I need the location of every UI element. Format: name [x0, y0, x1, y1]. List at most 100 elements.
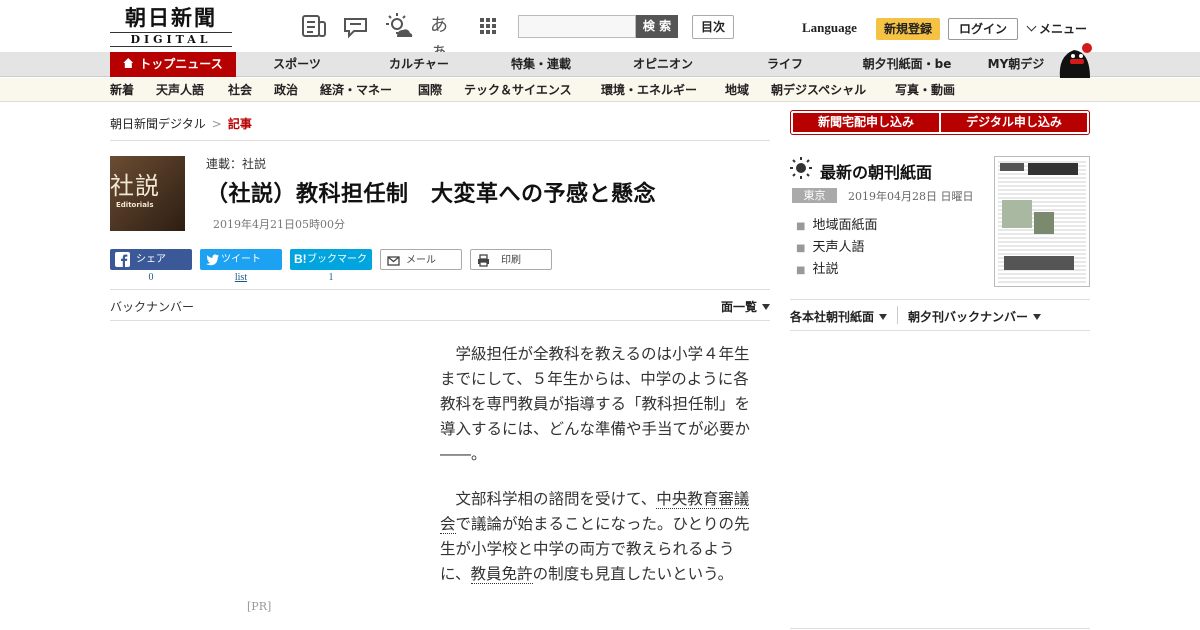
- divider: [897, 306, 898, 324]
- subnav-tech[interactable]: テック＆サイエンス: [464, 78, 572, 102]
- latest-paper-title[interactable]: 最新の朝刊紙面: [820, 159, 932, 183]
- nav-top-news[interactable]: トップニュース: [110, 52, 236, 77]
- weather-icon[interactable]: [385, 12, 413, 40]
- divider: [110, 289, 770, 290]
- paper-date: 2019年04月28日 日曜日: [848, 190, 974, 203]
- site-header: 朝日新聞 DIGITAL あぁ 検 索 目次 Language 新規登録 ログイ…: [0, 0, 1200, 62]
- paper-link-tenseijingo[interactable]: ■ 天声人語: [796, 236, 864, 255]
- subnav-photo[interactable]: 写真・動画: [895, 78, 955, 102]
- paper-link-label: 地域面紙面: [812, 218, 878, 233]
- login-button[interactable]: ログイン: [948, 18, 1018, 40]
- subscribe-paper-button[interactable]: 新聞宅配申し込み: [793, 113, 939, 132]
- subnav-economy[interactable]: 経済・マネー: [320, 78, 392, 102]
- back-number-link[interactable]: バックナンバー: [110, 298, 194, 315]
- nav-life[interactable]: ライフ: [755, 52, 815, 77]
- grid-icon[interactable]: [474, 12, 502, 40]
- back-issues-dropdown[interactable]: 朝夕刊バックナンバー: [908, 308, 1042, 325]
- nav-opinion[interactable]: オピニオン: [624, 52, 702, 77]
- breadcrumb-home[interactable]: 朝日新聞デジタル: [110, 117, 206, 131]
- toc-button[interactable]: 目次: [692, 15, 734, 39]
- bullet-icon: ■: [796, 221, 806, 232]
- publish-date: 2019年4月21日05時00分: [213, 218, 345, 231]
- main-nav: トップニュース スポーツ カルチャー 特集・連載 オピニオン ライフ 朝夕刊紙面…: [0, 52, 1200, 77]
- hiragana-icon[interactable]: あぁ: [430, 13, 458, 62]
- subnav-society[interactable]: 社会: [228, 78, 252, 102]
- article-paragraph: 文部科学相の諮問を受けて、中央教育審議会で議論が始まることになった。ひとりの先生…: [440, 487, 752, 587]
- divider: [790, 299, 1090, 300]
- breadcrumb-separator: >: [211, 117, 222, 131]
- facebook-share-label: シェア: [136, 254, 166, 265]
- nav-label: トップニュース: [139, 57, 223, 71]
- print-button[interactable]: 印刷: [470, 249, 552, 270]
- subnav-environment[interactable]: 環境・エネルギー: [601, 78, 697, 102]
- facebook-icon: [115, 252, 130, 267]
- home-icon: [123, 58, 134, 68]
- breadcrumb: 朝日新聞デジタル > 記事: [110, 115, 252, 132]
- thumbnail-english: Editorials: [116, 201, 154, 209]
- logo-jp: 朝日新聞: [125, 5, 217, 30]
- message-icon[interactable]: [342, 12, 370, 40]
- editions-label: 各本社朝刊紙面: [790, 310, 875, 324]
- printer-icon: [478, 254, 489, 267]
- twitter-list-link[interactable]: list: [200, 272, 282, 283]
- paper-link-editorial[interactable]: ■ 社説: [796, 258, 838, 277]
- chevron-down-icon: [1026, 21, 1037, 32]
- column-thumbnail[interactable]: 社説 Editorials: [110, 156, 185, 231]
- hatena-bookmark-button[interactable]: B! ブックマーク: [290, 249, 372, 270]
- subnav-region[interactable]: 地域: [725, 78, 749, 102]
- facebook-share-count: 0: [148, 272, 154, 283]
- bullet-icon: ■: [796, 265, 806, 276]
- twitter-icon: [206, 254, 219, 266]
- article-headline: （社説）教科担任制 大変革への予感と懸念: [206, 182, 657, 207]
- subnav-international[interactable]: 国際: [418, 78, 442, 102]
- hatena-bookmark-label: ブックマーク: [307, 254, 367, 265]
- divider: [110, 320, 770, 321]
- search-input[interactable]: [518, 15, 636, 38]
- paper-link-label: 天声人語: [812, 240, 865, 255]
- subscribe-digital-button[interactable]: デジタル申し込み: [941, 113, 1087, 132]
- subnav-special[interactable]: 朝デジスペシャル: [771, 78, 866, 102]
- nav-features[interactable]: 特集・連載: [502, 52, 580, 77]
- bullet-icon: ■: [796, 243, 806, 254]
- register-button[interactable]: 新規登録: [876, 18, 940, 40]
- back-issues-label: 朝夕刊バックナンバー: [908, 310, 1029, 324]
- divider: [790, 330, 1090, 331]
- facebook-share-button[interactable]: シェア: [110, 249, 192, 270]
- page-list-label: 面一覧: [721, 300, 758, 314]
- text-segment: の制度も見直したいという。: [532, 565, 734, 583]
- nav-paper[interactable]: 朝夕刊紙面・be: [858, 52, 956, 77]
- search-button[interactable]: 検 索: [636, 15, 678, 38]
- menu-button[interactable]: メニュー: [1026, 20, 1087, 37]
- site-logo[interactable]: 朝日新聞 DIGITAL: [110, 6, 232, 48]
- thumbnail-kanji: 社説: [110, 172, 160, 200]
- subnav-politics[interactable]: 政治: [274, 78, 298, 102]
- divider: [110, 140, 770, 141]
- mail-icon: [387, 256, 400, 266]
- series-label[interactable]: 連載：社説: [206, 155, 266, 172]
- glossary-term-license[interactable]: 教員免許: [470, 565, 533, 584]
- page-list-dropdown[interactable]: 面一覧: [721, 298, 771, 315]
- print-label: 印刷: [501, 255, 521, 266]
- subnav-tenseijingo[interactable]: 天声人語: [156, 78, 204, 102]
- editions-dropdown[interactable]: 各本社朝刊紙面: [790, 308, 888, 325]
- nav-culture[interactable]: カルチャー: [380, 52, 458, 77]
- logo-en: DIGITAL: [110, 32, 232, 47]
- subnav-new[interactable]: 新着: [110, 78, 134, 102]
- hatena-bookmark-count: 1: [328, 272, 334, 283]
- newspaper-icon[interactable]: [300, 12, 328, 40]
- dropdown-arrow-icon: [1033, 314, 1042, 320]
- paper-thumbnail[interactable]: [994, 156, 1090, 287]
- sun-icon: [790, 157, 812, 179]
- twitter-share-button[interactable]: ツイート: [200, 249, 282, 270]
- subscribe-box: 新聞宅配申し込み デジタル申し込み: [790, 110, 1090, 135]
- pr-label: [PR]: [247, 600, 272, 613]
- nav-my-asahi[interactable]: MY朝デジ: [983, 52, 1049, 77]
- article-paragraph: 学級担任が全教科を教えるのは小学４年生までにして、５年生からは、中学のように各教…: [440, 345, 751, 463]
- language-link[interactable]: Language: [802, 20, 857, 36]
- nav-sports[interactable]: スポーツ: [262, 52, 332, 77]
- paper-link-local[interactable]: ■ 地域面紙面: [796, 214, 877, 233]
- paper-link-label: 社説: [812, 262, 839, 277]
- menu-label: メニュー: [1039, 22, 1088, 36]
- mail-share-button[interactable]: メール: [380, 249, 462, 270]
- mascot-icon[interactable]: [1054, 42, 1094, 78]
